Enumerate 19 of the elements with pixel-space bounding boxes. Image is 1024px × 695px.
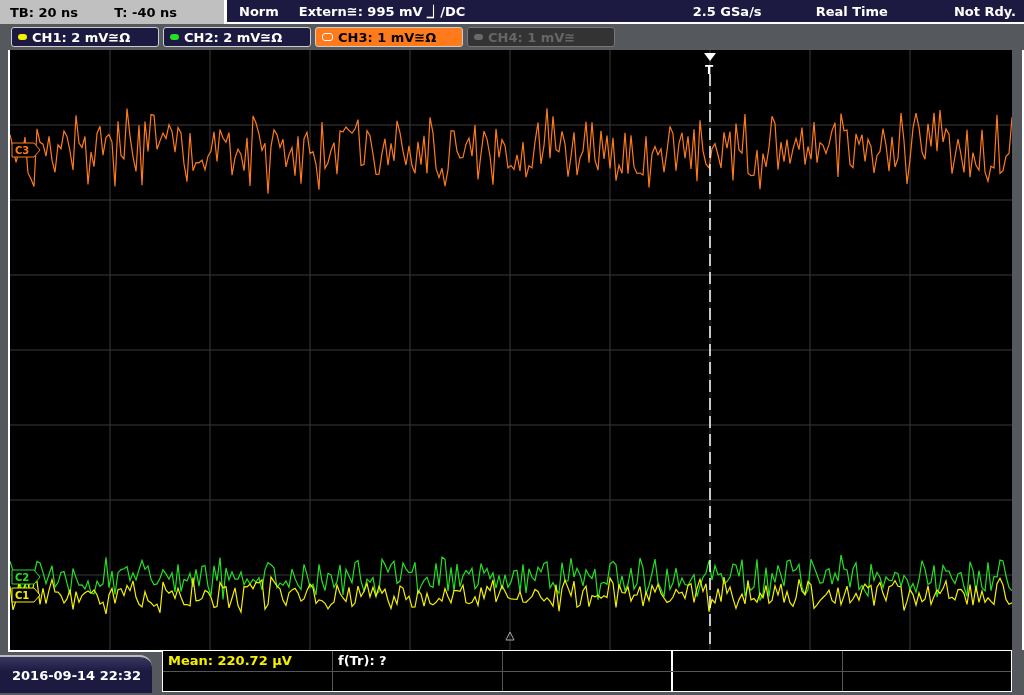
channel-marker: C2 <box>11 569 41 585</box>
trigger-position-icon[interactable] <box>704 53 716 61</box>
acquisition-state: Not Rdy. <box>953 3 1016 19</box>
trigger-level-icon[interactable] <box>505 631 515 641</box>
trigger-time-readout: T: -40 ns <box>114 4 177 20</box>
timebase-readout: TB: 20 ns <box>10 4 79 20</box>
channel-marker: C1 <box>11 587 41 603</box>
channel-tab[interactable]: CH1: 2 mV≅Ω <box>11 27 159 47</box>
measurement-result: f(Tr): ? <box>338 653 387 669</box>
channel-tab[interactable]: CH2: 2 mV≅Ω <box>163 27 311 47</box>
sample-rate: 2.5 GSa/s <box>692 3 762 19</box>
date-time: 2016-09-14 22:32 <box>0 655 152 693</box>
acquisition-mode: Real Time <box>815 3 888 19</box>
channel-marker: C3 <box>11 142 41 158</box>
trigger-label: T <box>705 63 714 77</box>
trigger-source: Extern≅: 995 mV ⏌/DC <box>298 3 466 19</box>
channel-tab[interactable]: CH3: 1 mV≅Ω <box>315 27 463 47</box>
measurement-result: Mean: 220.72 µV <box>168 653 292 669</box>
trigger-mode: Norm <box>239 3 279 19</box>
